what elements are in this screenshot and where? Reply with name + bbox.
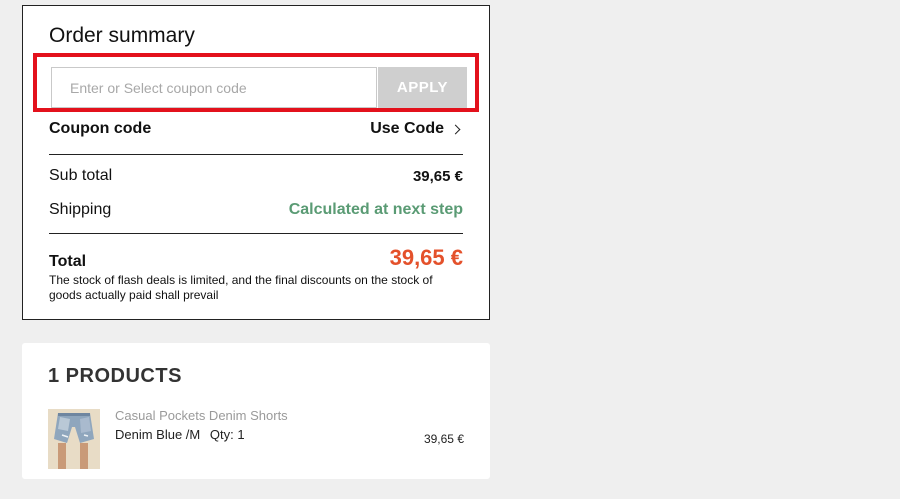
coupon-code-input[interactable] <box>51 67 377 108</box>
divider <box>49 154 463 155</box>
use-code-link[interactable]: Use Code <box>370 120 463 138</box>
shipping-value: Calculated at next step <box>288 201 463 218</box>
order-summary-panel: Order summary APPLY Coupon code Use Code… <box>22 5 490 320</box>
denim-shorts-product-image[interactable] <box>48 409 100 469</box>
total-value: 39,65 € <box>389 245 463 270</box>
product-qty: Qty: 1 <box>209 427 245 442</box>
products-panel: 1 PRODUCTS Casual Pockets Denim Shorts D… <box>22 343 490 479</box>
total-label: Total <box>49 253 87 270</box>
coupon-highlight-box: APPLY <box>33 53 479 112</box>
total-row: Total 39,65 € <box>49 241 463 271</box>
divider <box>49 233 463 234</box>
stock-notice: The stock of flash deals is limited, and… <box>49 273 433 302</box>
subtotal-value: 39,65 € <box>412 167 463 185</box>
chevron-right-icon <box>450 124 461 134</box>
product-name[interactable]: Casual Pockets Denim Shorts <box>115 408 288 423</box>
product-variant: Denim Blue /M <box>115 427 201 442</box>
shipping-label: Shipping <box>49 201 112 218</box>
shipping-row: Shipping Calculated at next step <box>49 200 463 220</box>
product-price: 39,65 € <box>423 432 464 446</box>
subtotal-row: Sub total 39,65 € <box>49 166 463 186</box>
product-meta: Denim Blue /M Qty: 1 <box>115 427 251 442</box>
coupon-code-label: Coupon code <box>49 120 152 137</box>
products-title: 1 PRODUCTS <box>48 365 182 387</box>
use-code-label: Use Code <box>370 120 444 137</box>
subtotal-label: Sub total <box>49 167 113 184</box>
order-summary-title: Order summary <box>49 24 195 47</box>
apply-coupon-button[interactable]: APPLY <box>378 67 467 108</box>
coupon-code-row: Coupon code Use Code <box>49 119 463 139</box>
